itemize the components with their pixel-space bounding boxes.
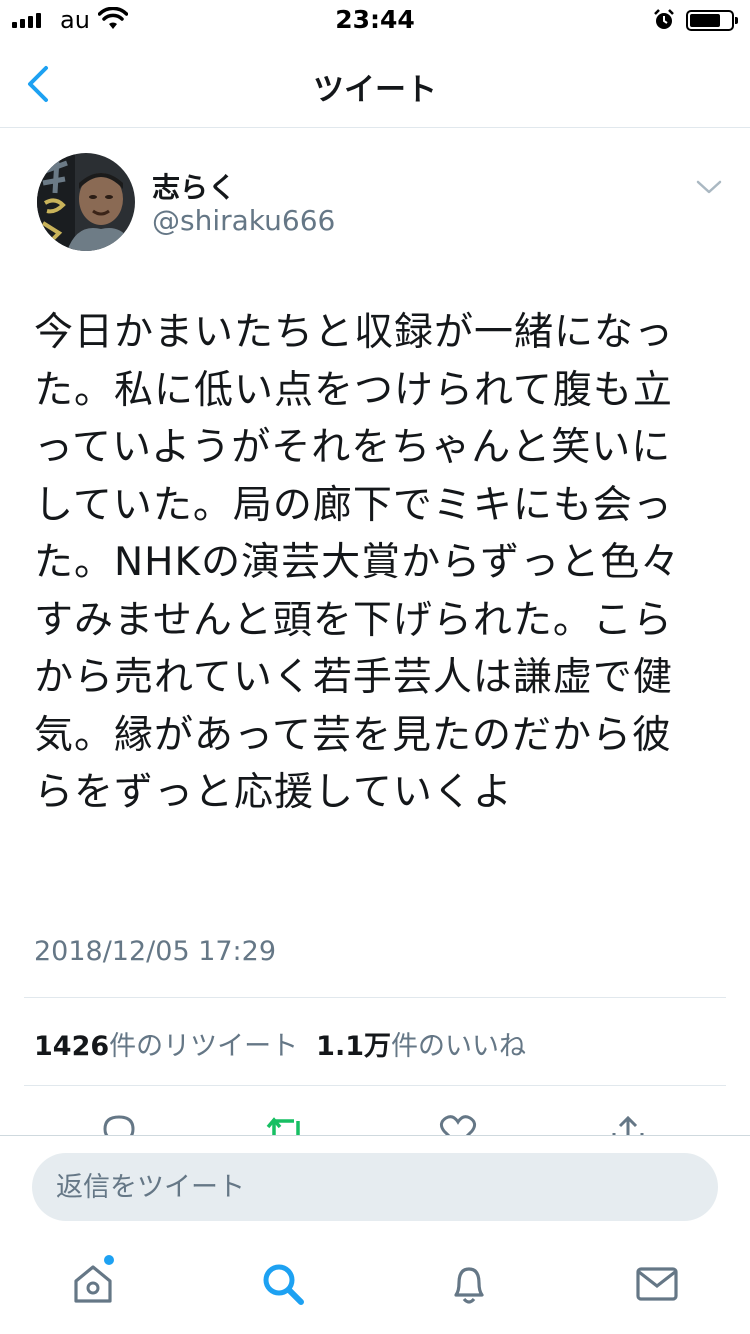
- battery-icon: [686, 10, 738, 31]
- status-bar: au 23:44: [0, 0, 750, 40]
- like-count: 1.1万: [316, 1031, 391, 1062]
- like-icon[interactable]: [436, 1111, 480, 1135]
- tweet-stats: 1426件のリツイート 1.1万件のいいね: [34, 1024, 526, 1063]
- share-icon[interactable]: [606, 1111, 650, 1135]
- likes-stat[interactable]: 1.1万件のいいね: [316, 1031, 526, 1062]
- retweet-label: 件のリツイート: [109, 1031, 299, 1062]
- retweet-count: 1426: [34, 1031, 110, 1062]
- notifications-icon[interactable]: [444, 1259, 494, 1309]
- reply-input[interactable]: [32, 1153, 718, 1221]
- tweet-timestamp: 2018/12/05 17:29: [34, 936, 277, 967]
- nav-bar: ツイート: [0, 40, 750, 128]
- messages-icon[interactable]: [632, 1259, 682, 1309]
- home-icon[interactable]: [68, 1259, 118, 1309]
- tweet-text: 今日かまいたちと収録が一緒になった。私に低い点をつけられて腹も立っていようがそれ…: [34, 310, 681, 815]
- display-name[interactable]: 志らく: [152, 166, 236, 206]
- tab-bar: [0, 1237, 750, 1334]
- notification-dot: [104, 1255, 114, 1265]
- search-icon[interactable]: [258, 1259, 308, 1309]
- clock: 23:44: [335, 5, 415, 34]
- reply-icon[interactable]: [97, 1111, 141, 1135]
- chevron-down-icon[interactable]: [694, 176, 724, 198]
- user-handle[interactable]: @shiraku666: [152, 204, 335, 237]
- avatar[interactable]: [37, 153, 135, 251]
- alarm-icon: [654, 9, 674, 29]
- divider: [24, 997, 726, 998]
- tweet-actions: [0, 1105, 750, 1135]
- retweets-stat[interactable]: 1426件のリツイート: [34, 1031, 298, 1062]
- divider: [24, 1085, 726, 1086]
- like-label: 件のいいね: [391, 1031, 526, 1062]
- page-title: ツイート: [313, 72, 437, 108]
- reply-bar: [0, 1135, 750, 1237]
- retweet-icon[interactable]: [264, 1111, 308, 1135]
